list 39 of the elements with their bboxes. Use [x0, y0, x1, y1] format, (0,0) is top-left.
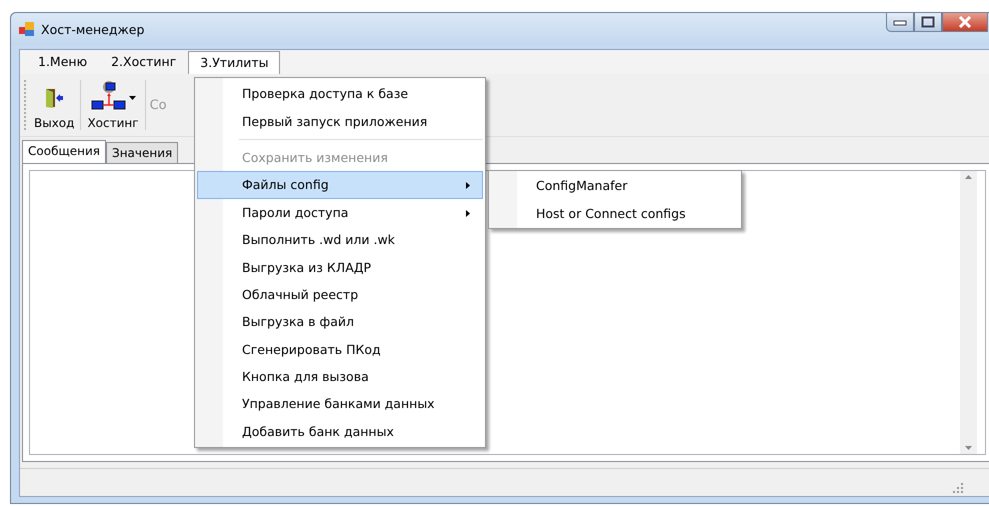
menu-item[interactable]: Кнопка для вызова	[197, 362, 483, 390]
scroll-up-icon[interactable]	[965, 175, 972, 179]
submenu-arrow-icon	[466, 210, 470, 217]
scrollbar[interactable]	[960, 171, 977, 454]
maximize-button[interactable]	[914, 13, 942, 32]
window-title: Хост-менеджер	[41, 22, 144, 36]
menu-item[interactable]: Проверка доступа к базе	[197, 80, 483, 108]
menu-item[interactable]: Выполнить .wd или .wk	[197, 226, 483, 254]
app-icon	[19, 21, 35, 37]
tab[interactable]: Значения	[106, 142, 178, 163]
tab[interactable]: Сообщения	[22, 140, 106, 163]
door-icon	[44, 87, 64, 109]
maximize-icon	[921, 16, 935, 28]
text-area[interactable]	[29, 170, 986, 455]
menu-item[interactable]: Выгрузка в файл	[197, 308, 483, 336]
menu-item[interactable]: 2.Хостинг	[99, 50, 188, 74]
resize-grip-icon[interactable]	[953, 483, 963, 493]
menu-item[interactable]: Выгрузка из КЛАДР	[197, 253, 483, 281]
menu-item[interactable]: Первый запуск приложения	[197, 107, 483, 135]
menu-item[interactable]: 3.Утилиты	[188, 51, 280, 74]
close-icon	[958, 16, 972, 28]
minimize-button[interactable]	[886, 13, 914, 32]
menu-item[interactable]: Файлы config	[197, 171, 483, 199]
scroll-down-icon[interactable]	[965, 446, 972, 450]
menu-item[interactable]: Host or Connect configs	[491, 199, 739, 227]
toolbar-button[interactable]: Хостинг	[83, 78, 143, 132]
menu-item[interactable]: ConfigManafer	[491, 172, 739, 200]
menu-item[interactable]: Добавить банк данных	[197, 418, 483, 446]
toolbar-button[interactable]: Выход	[30, 78, 78, 132]
submenu-arrow-icon	[466, 182, 470, 190]
menu-item[interactable]: Пароли доступа	[197, 198, 483, 226]
caret-icon	[129, 96, 136, 100]
menu-item[interactable]: Облачный реестр	[197, 280, 483, 308]
minimize-icon	[893, 18, 907, 26]
menu-item[interactable]: Управление банками данных	[197, 390, 483, 418]
toolbar-label: Со	[150, 98, 167, 112]
close-button[interactable]	[942, 13, 988, 32]
menu-item[interactable]: 1.Меню	[26, 50, 100, 74]
menu-item[interactable]: Сгенерировать ПКод	[197, 336, 483, 363]
